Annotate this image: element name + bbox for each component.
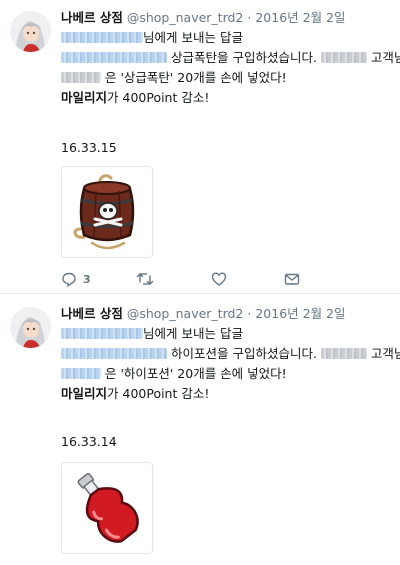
reply-count: 3: [83, 272, 91, 286]
redacted-customer: [61, 72, 101, 83]
tweet-text-line: 마일리지가 400Point 감소!: [61, 384, 394, 404]
tweet-header: 나베르 상점 @shop_naver_trd2 · 2016년 2월 2일: [61, 304, 394, 324]
customer-label: 고객님: [370, 346, 400, 361]
avatar[interactable]: [10, 11, 51, 52]
avatar-image: [10, 11, 51, 52]
redacted-mention[interactable]: [61, 52, 167, 63]
heart-icon: [211, 272, 227, 286]
redacted-username[interactable]: [61, 32, 143, 43]
reply-context: 님에게 보내는 답글: [61, 324, 394, 344]
timestamp-text: 16.33.15: [61, 140, 117, 155]
direct-message-button[interactable]: [284, 270, 300, 288]
reply-to-label: 님에게 보내는 답글: [143, 30, 243, 45]
tweet-media-card[interactable]: [61, 462, 153, 554]
tweet[interactable]: 나베르 상점 @shop_naver_trd2 · 2016년 2월 2일 님에…: [0, 304, 400, 565]
red-potion-icon: [77, 473, 139, 543]
redacted-customer: [320, 348, 367, 359]
tweet-text-line: 은 '상급폭탄' 20개를 손에 넣었다!: [61, 68, 394, 88]
obtained-text: 은 '상급폭탄' 20개를 손에 넣었다!: [104, 70, 287, 85]
avatar-image: [10, 307, 51, 348]
separator-dot: ·: [247, 10, 252, 25]
avatar[interactable]: [10, 307, 51, 348]
tweet-media-card[interactable]: [61, 166, 153, 258]
tweet-text-line: 마일리지가 400Point 감소!: [61, 88, 394, 108]
mileage-label: 마일리지: [61, 386, 108, 401]
tweet-text-line: 하이포션을 구입하셨습니다. 고객님: [61, 344, 400, 364]
reply-context: 님에게 보내는 답글: [61, 28, 394, 48]
redacted-customer: [320, 52, 367, 63]
reply-to-label: 님에게 보내는 답글: [143, 326, 243, 341]
tweet-text-line: 은 '하이포션' 20개를 손에 넣었다!: [61, 364, 394, 384]
redacted-username[interactable]: [61, 328, 143, 339]
tweet-divider: [0, 293, 400, 294]
display-name[interactable]: 나베르 상점: [61, 10, 123, 25]
purchase-text: 하이포션을 구입하셨습니다.: [170, 346, 317, 361]
retweet-button[interactable]: [136, 270, 154, 288]
tweet[interactable]: 나베르 상점 @shop_naver_trd2 · 2016년 2월 2일 님에…: [0, 8, 400, 298]
tweet-header: 나베르 상점 @shop_naver_trd2 · 2016년 2월 2일: [61, 8, 394, 28]
timestamp-text: 16.33.14: [61, 434, 117, 449]
display-name[interactable]: 나베르 상점: [61, 306, 123, 321]
tweet-date[interactable]: 2016년 2월 2일: [255, 306, 345, 321]
customer-label: 고객님: [370, 50, 400, 65]
mileage-label: 마일리지: [61, 90, 108, 105]
retweet-icon: [136, 273, 154, 285]
separator-dot: ·: [247, 306, 252, 321]
redacted-mention[interactable]: [61, 348, 167, 359]
tweet-actions: 3: [61, 270, 311, 288]
obtained-text: 은 '하이포션' 20개를 손에 넣었다!: [104, 366, 287, 381]
user-handle[interactable]: @shop_naver_trd2: [127, 306, 244, 321]
redacted-customer: [61, 368, 101, 379]
barrel-bomb-icon: [73, 174, 135, 250]
envelope-icon: [284, 273, 300, 285]
tweet-text-line: 상급폭탄을 구입하셨습니다. 고객님: [61, 48, 400, 68]
user-handle[interactable]: @shop_naver_trd2: [127, 10, 244, 25]
tweet-date[interactable]: 2016년 2월 2일: [255, 10, 345, 25]
reply-button[interactable]: 3: [61, 270, 91, 288]
purchase-text: 상급폭탄을 구입하셨습니다.: [170, 50, 317, 65]
like-button[interactable]: [211, 270, 227, 288]
reply-icon: [62, 272, 76, 287]
mileage-text: 가 400Point 감소!: [107, 90, 210, 105]
mileage-text: 가 400Point 감소!: [107, 386, 210, 401]
